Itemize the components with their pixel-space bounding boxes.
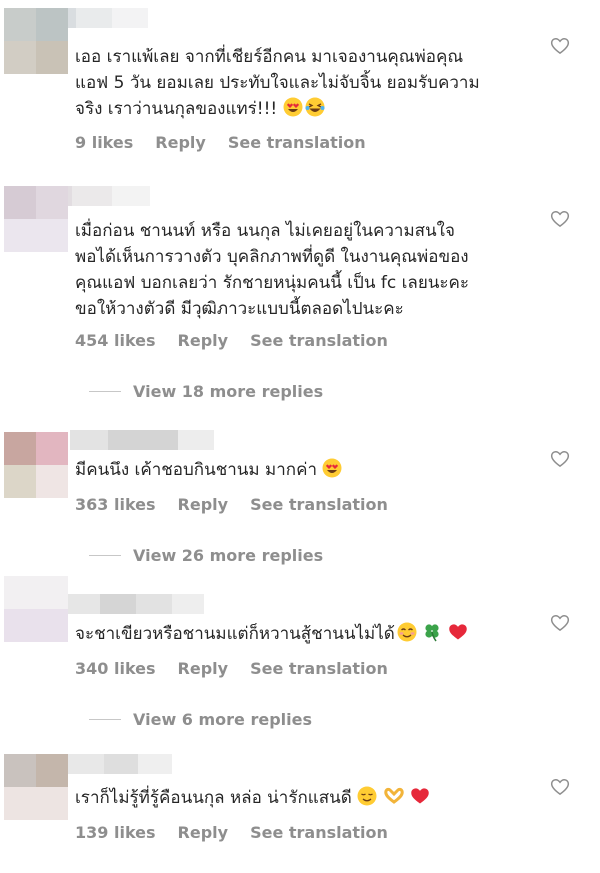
- view-more-replies-button[interactable]: View 18 more replies: [89, 382, 323, 401]
- avatar[interactable]: [4, 576, 68, 642]
- likes-count[interactable]: 9 likes: [75, 133, 133, 152]
- like-heart-icon[interactable]: [550, 449, 570, 469]
- see-translation-button[interactable]: See translation: [250, 331, 388, 350]
- comment-actions: 340 likes Reply See translation: [75, 659, 410, 678]
- avatar[interactable]: [4, 8, 68, 74]
- reply-button[interactable]: Reply: [178, 823, 229, 842]
- comment-text: จะชาเขียวหรือชานมแต่ก็หวานสู้ชานนไม่ได้: [75, 621, 515, 650]
- red-heart-emoji: [448, 622, 468, 650]
- heart-eyes-emoji: [322, 458, 342, 486]
- comment-text: เมื่อก่อน ชานนท์ หรือ นนกุล ไม่เคยอยู่ใน…: [75, 221, 470, 319]
- avatar[interactable]: [4, 186, 68, 252]
- reply-button[interactable]: Reply: [178, 659, 229, 678]
- view-more-replies-button[interactable]: View 26 more replies: [89, 546, 323, 565]
- view-more-label: View 6 more replies: [133, 710, 313, 729]
- likes-count[interactable]: 454 likes: [75, 331, 156, 350]
- four-leaf-clover-emoji: [422, 622, 442, 650]
- comment-text: มีคนนึง เค้าชอบกินชานม มากค่า: [75, 457, 515, 486]
- likes-count[interactable]: 340 likes: [75, 659, 156, 678]
- view-more-label: View 26 more replies: [133, 546, 324, 565]
- divider-line: [89, 555, 121, 556]
- comment-text: เราก็ไม่รู้ที่รู้คือนนกุล หล่อ น่ารักแสน…: [75, 785, 515, 814]
- divider-line: [89, 391, 121, 392]
- red-heart-emoji: [410, 786, 430, 814]
- view-more-replies-button[interactable]: View 6 more replies: [89, 710, 312, 729]
- comment-actions: 9 likes Reply See translation: [75, 133, 388, 152]
- reply-button[interactable]: Reply: [178, 495, 229, 514]
- like-heart-icon[interactable]: [550, 36, 570, 56]
- heart-eyes-emoji: [283, 97, 303, 125]
- reply-button[interactable]: Reply: [178, 331, 229, 350]
- avatar[interactable]: [4, 432, 68, 498]
- heart-hands-emoji: [383, 786, 405, 814]
- see-translation-button[interactable]: See translation: [250, 659, 388, 678]
- comment-actions: 363 likes Reply See translation: [75, 495, 410, 514]
- divider-line: [89, 719, 121, 720]
- reply-button[interactable]: Reply: [155, 133, 206, 152]
- see-translation-button[interactable]: See translation: [250, 823, 388, 842]
- relieved-smile-emoji: [357, 786, 377, 814]
- comment-actions: 454 likes Reply See translation: [75, 331, 410, 350]
- avatar[interactable]: [4, 754, 68, 820]
- like-heart-icon[interactable]: [550, 777, 570, 797]
- like-heart-icon[interactable]: [550, 209, 570, 229]
- comment-text: เออ เราแพ้เลย จากที่เชียร์อีกคน มาเจองาน…: [75, 44, 515, 125]
- blush-emoji: [397, 622, 417, 650]
- see-translation-button[interactable]: See translation: [250, 495, 388, 514]
- like-heart-icon[interactable]: [550, 613, 570, 633]
- laughing-tears-emoji: [305, 97, 325, 125]
- view-more-label: View 18 more replies: [133, 382, 324, 401]
- comment-actions: 139 likes Reply See translation: [75, 823, 410, 842]
- likes-count[interactable]: 139 likes: [75, 823, 156, 842]
- likes-count[interactable]: 363 likes: [75, 495, 156, 514]
- see-translation-button[interactable]: See translation: [228, 133, 366, 152]
